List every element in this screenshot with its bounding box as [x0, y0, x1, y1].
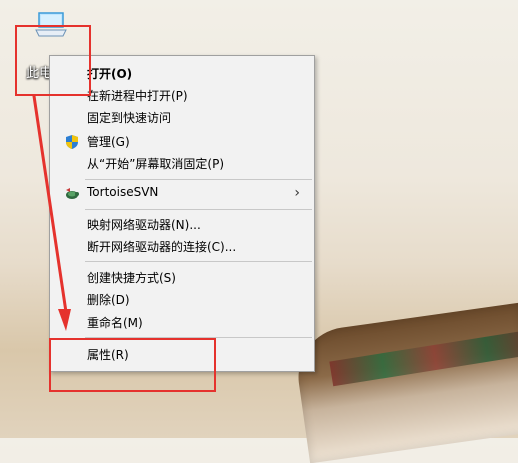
- menu-item-disconnect-network-drive[interactable]: 断开网络驱动器的连接(C)...: [50, 235, 314, 257]
- context-menu: 打开(O) 在新进程中打开(P) 固定到快速访问 管理(G) 从“开始”屏幕取消…: [49, 55, 315, 372]
- menu-item-pin-quick-access[interactable]: 固定到快速访问: [50, 106, 314, 128]
- menu-separator: [85, 261, 312, 262]
- menu-item-label: 从“开始”屏幕取消固定(P): [87, 157, 225, 171]
- shield-icon: [66, 135, 78, 149]
- menu-item-create-shortcut[interactable]: 创建快捷方式(S): [50, 266, 314, 288]
- menu-item-label: 在新进程中打开(P): [87, 89, 188, 103]
- menu-item-label: 打开(O): [87, 67, 133, 81]
- menu-item-label: TortoiseSVN: [87, 185, 159, 199]
- menu-item-label: 断开网络驱动器的连接(C)...: [87, 240, 237, 254]
- wood-object: [292, 302, 518, 463]
- menu-item-unpin-start[interactable]: 从“开始”屏幕取消固定(P): [50, 152, 314, 174]
- menu-item-map-network-drive[interactable]: 映射网络驱动器(N)...: [50, 213, 314, 235]
- highlight-box-properties: [49, 338, 216, 392]
- menu-item-label: 删除(D): [87, 293, 130, 307]
- chevron-right-icon: ›: [294, 185, 300, 201]
- menu-item-label: 创建快捷方式(S): [87, 271, 176, 285]
- menu-item-label: 映射网络驱动器(N)...: [87, 218, 201, 232]
- menu-separator: [85, 209, 312, 210]
- menu-item-manage[interactable]: 管理(G): [50, 130, 314, 152]
- tortoisesvn-icon: [66, 188, 79, 199]
- menu-item-delete[interactable]: 删除(D): [50, 288, 314, 310]
- menu-item-label: 固定到快速访问: [87, 111, 172, 125]
- menu-item-label: 重命名(M): [87, 316, 143, 330]
- menu-item-tortoisesvn[interactable]: TortoiseSVN ›: [50, 182, 314, 204]
- menu-separator: [85, 179, 312, 180]
- highlight-box-this-pc: [15, 25, 91, 96]
- desktop-background: 此电 打开(O) 在新进程中打开(P) 固定到快速访问 管理(G) 从“开始”屏…: [0, 0, 518, 463]
- menu-item-label: 管理(G): [87, 135, 130, 149]
- menu-item-rename[interactable]: 重命名(M): [50, 311, 314, 333]
